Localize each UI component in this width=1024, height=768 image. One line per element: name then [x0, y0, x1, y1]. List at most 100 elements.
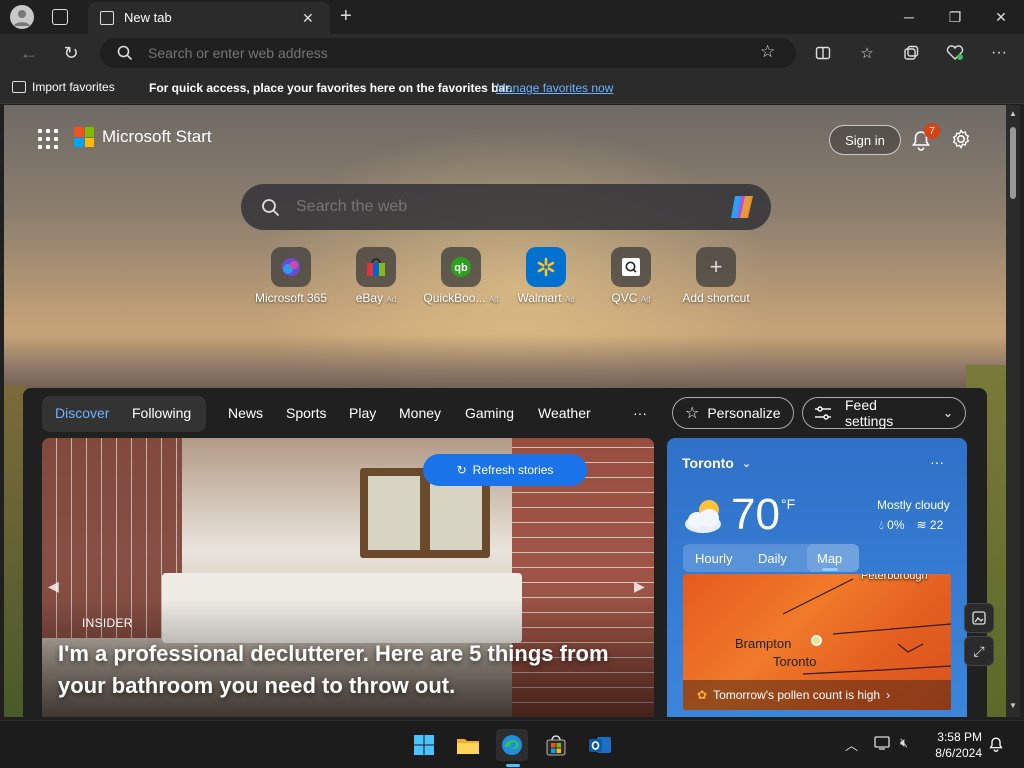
ad-label: Ad [640, 295, 651, 304]
wind-icon: ≋ [916, 518, 927, 532]
tab-money[interactable]: Money [399, 405, 441, 421]
manage-favorites-link[interactable]: Manage favorites now [496, 81, 613, 95]
shortcut-quickbooks[interactable]: qb QuickBoo... Ad [416, 247, 506, 305]
personalize-button[interactable]: ☆ Personalize [672, 397, 794, 429]
browser-essentials-icon[interactable] [940, 38, 970, 68]
more-tabs-button[interactable]: ··· [633, 405, 647, 421]
active-tab-underline [822, 568, 838, 571]
temperature-unit[interactable]: °F [781, 496, 795, 512]
chevron-right-icon: › [886, 688, 891, 702]
show-hidden-icons-chevron-icon[interactable]: ︿ [845, 735, 858, 754]
page-scrollbar[interactable]: ▲ ▼ [1006, 105, 1020, 717]
carousel-prev-icon[interactable]: ◀ [48, 578, 59, 595]
network-icon[interactable] [874, 735, 892, 756]
tab-discover[interactable]: Discover [55, 405, 109, 421]
shortcut-walmart[interactable]: Walmart Ad [501, 247, 591, 305]
file-explorer-icon[interactable] [452, 729, 484, 761]
favorite-star-icon[interactable]: ☆ [760, 42, 775, 62]
scroll-down-arrow-icon[interactable]: ▼ [1009, 701, 1017, 710]
clock-time: 3:58 PM [937, 730, 982, 744]
refresh-icon[interactable]: ↻ [56, 38, 86, 68]
shortcut-label: QVC [611, 291, 638, 305]
map-label-brampton: Brampton [735, 636, 792, 651]
weather-more-icon[interactable]: ··· [930, 454, 944, 470]
collections-icon[interactable] [896, 38, 926, 68]
edge-browser-icon[interactable] [496, 729, 528, 761]
wind-value: 22 [929, 518, 944, 532]
tab-new-tab[interactable]: New tab ✕ [88, 2, 330, 34]
feed-settings-label: Feed settings [844, 397, 894, 429]
page-settings-gear-icon[interactable] [950, 128, 972, 155]
weather-location-selector[interactable]: Toronto ⌄ [682, 455, 751, 471]
hero-story-card[interactable]: ↻ Refresh stories ◀ ▶ INSIDER I'm a prof… [42, 438, 654, 717]
search-icon [117, 45, 133, 61]
refresh-stories-label: Refresh stories [472, 463, 554, 477]
scroll-up-arrow-icon[interactable]: ▲ [1009, 109, 1017, 118]
pollen-flower-icon: ✿ [697, 688, 708, 702]
microsoft-start-brand[interactable]: Microsoft Start [74, 127, 212, 147]
shortcut-label: Microsoft 365 [254, 291, 328, 305]
tab-gaming[interactable]: Gaming [465, 405, 514, 421]
apps-launcher-icon[interactable] [38, 129, 58, 149]
windows-start-icon[interactable] [408, 729, 440, 761]
background-image-info-icon[interactable] [964, 603, 994, 633]
split-screen-icon[interactable] [808, 38, 838, 68]
feed-settings-button[interactable]: Feed settings ⌄ [802, 397, 966, 429]
minimize-icon[interactable]: ─ [886, 0, 932, 34]
svg-text:qb: qb [454, 262, 468, 274]
shortcut-label: QuickBoo... [423, 291, 486, 305]
web-search-box[interactable] [241, 184, 771, 230]
close-window-icon[interactable]: ✕ [978, 0, 1024, 34]
settings-more-icon[interactable]: ··· [984, 38, 1014, 68]
map-location-marker [811, 635, 822, 646]
add-shortcut-button[interactable]: + Add shortcut [671, 247, 761, 305]
close-tab-icon[interactable]: ✕ [302, 10, 314, 27]
import-favorites-label: Import favorites [32, 80, 115, 94]
shortcut-microsoft-365[interactable]: Microsoft 365 [246, 247, 336, 305]
tab-daily[interactable]: Daily [758, 551, 787, 566]
shortcut-label: Walmart [517, 291, 562, 305]
back-icon[interactable]: ← [14, 38, 44, 68]
restore-icon[interactable]: ❐ [932, 0, 978, 34]
import-favorites-button[interactable]: Import favorites [12, 80, 115, 94]
ad-label: Ad [564, 295, 575, 304]
chevron-down-icon: ⌄ [942, 406, 953, 420]
tab-following[interactable]: Following [132, 405, 191, 421]
address-input[interactable] [148, 44, 748, 62]
volume-muted-icon[interactable]: 🔇︎ [900, 735, 908, 751]
tab-news[interactable]: News [228, 405, 263, 421]
shortcut-qvc[interactable]: QVC Ad [586, 247, 676, 305]
web-search-input[interactable] [296, 197, 716, 217]
tab-sports[interactable]: Sports [286, 405, 326, 421]
scrollbar-thumb[interactable] [1010, 127, 1016, 199]
carousel-next-icon[interactable]: ▶ [634, 578, 645, 595]
copilot-icon[interactable] [729, 194, 757, 220]
pollen-alert[interactable]: ✿ Tomorrow's pollen count is high › [683, 680, 951, 710]
active-app-indicator [506, 764, 520, 767]
personalize-star-icon: ☆ [685, 405, 700, 422]
system-clock[interactable]: 3:58 PM 8/6/2024 [926, 729, 982, 761]
notification-center-bell-icon[interactable] [988, 736, 1004, 757]
profile-avatar[interactable] [10, 5, 34, 29]
refresh-stories-button[interactable]: ↻ Refresh stories [423, 454, 587, 486]
sign-in-button[interactable]: Sign in [829, 125, 901, 155]
weather-map[interactable]: Peterborough Brampton Toronto ✿ Tomorrow… [683, 574, 951, 710]
expand-icon[interactable]: ⤢ [964, 636, 994, 666]
tab-hourly[interactable]: Hourly [695, 551, 733, 566]
weather-condition: Mostly cloudy [877, 498, 950, 512]
microsoft-store-icon[interactable] [540, 729, 572, 761]
favorites-icon[interactable]: ☆ [852, 38, 882, 68]
new-tab-plus-icon[interactable]: + [340, 5, 352, 28]
tab-weather[interactable]: Weather [538, 405, 591, 421]
sliders-icon [815, 406, 831, 420]
address-bar[interactable]: ☆ [100, 38, 796, 68]
favorites-bar-prompt: For quick access, place your favorites h… [149, 81, 513, 95]
tab-play[interactable]: Play [349, 405, 376, 421]
tab-actions-icon[interactable] [52, 9, 68, 25]
import-icon [12, 81, 26, 93]
brand-name: Microsoft Start [102, 127, 212, 146]
shortcut-ebay[interactable]: eBay Ad [331, 247, 421, 305]
hero-headline[interactable]: I'm a professional declutterer. Here are… [58, 638, 648, 702]
new-tab-page: Microsoft Start Sign in 7 Microsoft 365 … [4, 105, 1006, 717]
outlook-icon[interactable] [584, 729, 616, 761]
